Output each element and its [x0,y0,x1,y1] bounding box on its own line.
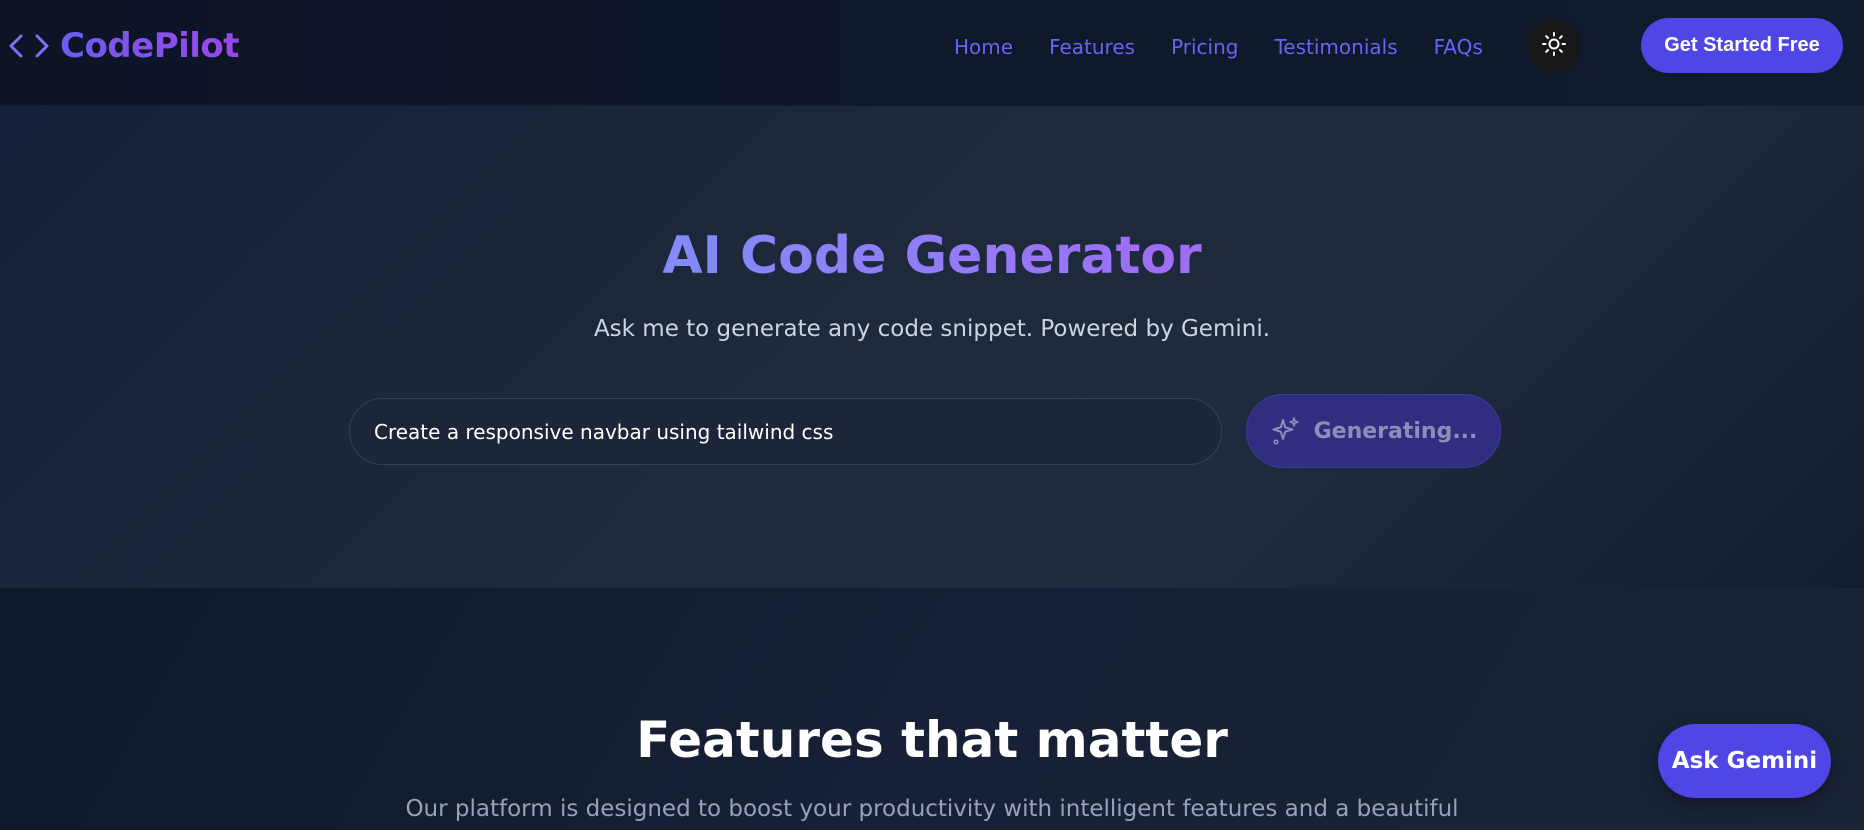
nav-link-faqs[interactable]: FAQs [1434,35,1483,59]
code-brackets-icon [8,30,50,62]
sparkles-icon [1270,415,1302,447]
generate-button[interactable]: Generating... [1246,394,1501,468]
features-description: Our platform is designed to boost your p… [405,796,1459,822]
theme-toggle-button[interactable] [1527,19,1581,73]
hero-section: AI Code Generator Ask me to generate any… [0,106,1864,588]
nav-link-testimonials[interactable]: Testimonials [1274,35,1397,59]
features-title: Features that matter [636,711,1228,769]
get-started-button[interactable]: Get Started Free [1641,18,1843,73]
page-title-text: AI Code Generator [662,226,1202,286]
nav-link-home[interactable]: Home [954,35,1013,59]
features-section: Features that matter Our platform is des… [0,588,1864,830]
prompt-input[interactable] [349,398,1222,465]
nav-link-features[interactable]: Features [1049,35,1135,59]
brand-logo[interactable]: CodePilot [8,24,240,68]
navbar: CodePilot Home Features Pricing Testimon… [0,0,1864,106]
ask-gemini-button[interactable]: Ask Gemini [1658,724,1831,798]
nav-links: Home Features Pricing Testimonials FAQs [954,32,1483,62]
hero-subtitle: Ask me to generate any code snippet. Pow… [593,316,1271,342]
page-title: AI Code Generator [0,224,1864,288]
generate-button-label: Generating... [1313,418,1478,444]
sun-icon [1541,31,1567,61]
brand-name: CodePilot [60,26,240,66]
nav-link-pricing[interactable]: Pricing [1171,35,1238,59]
